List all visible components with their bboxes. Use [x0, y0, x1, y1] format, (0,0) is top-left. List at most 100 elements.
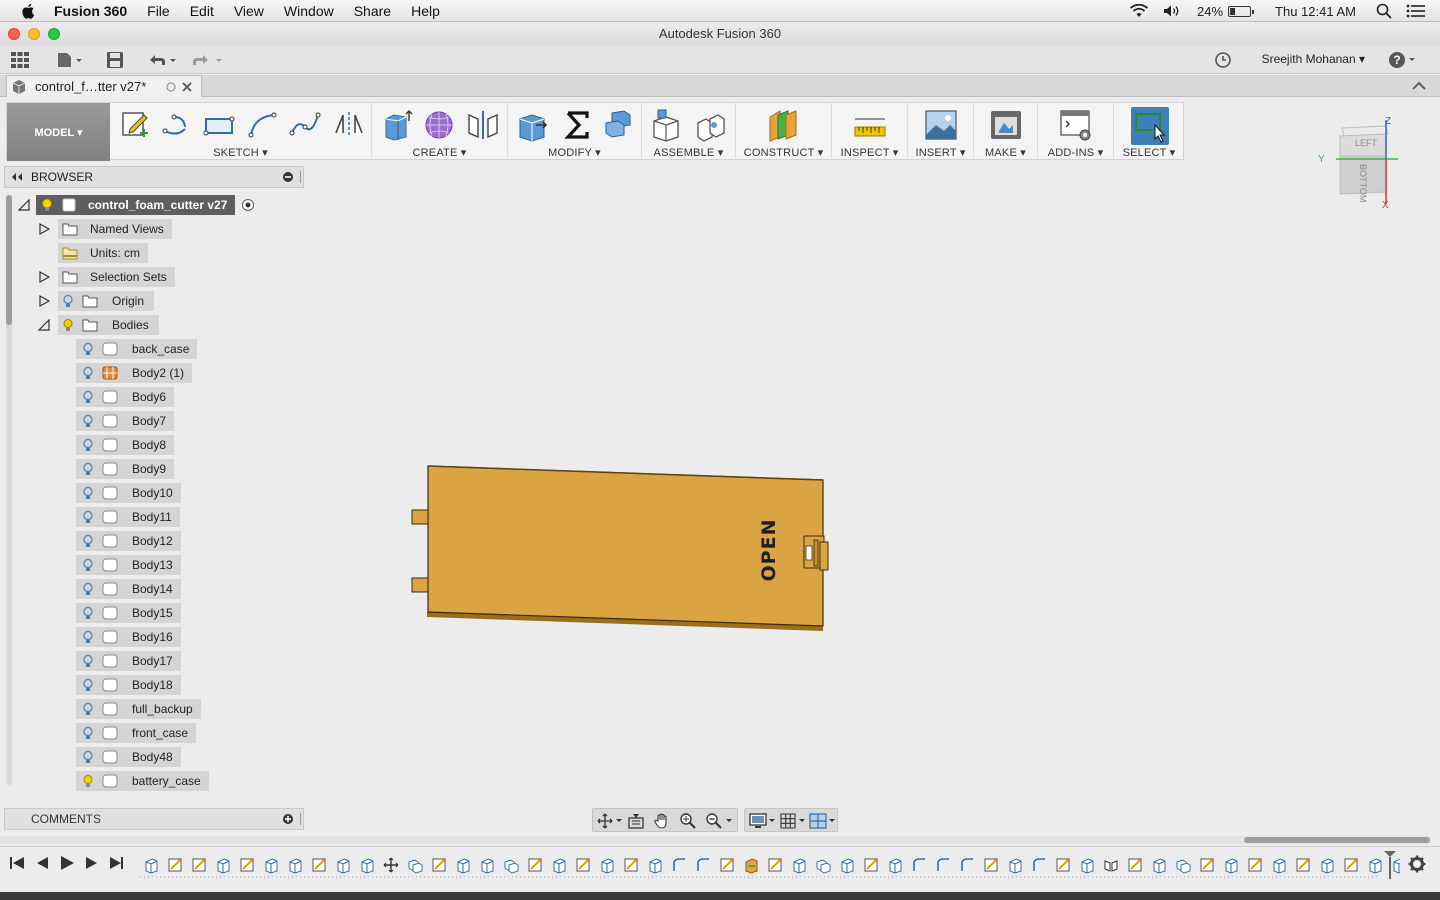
scripts-addins-icon[interactable] — [1059, 107, 1093, 143]
battery-icon[interactable] — [1228, 5, 1255, 17]
timeline-extrude-icon[interactable] — [457, 858, 470, 874]
timeline-extrude-icon[interactable] — [1273, 858, 1286, 874]
design-canvas[interactable] — [310, 166, 1428, 836]
expand-triangle-icon[interactable] — [38, 223, 50, 235]
timeline-extrude-icon[interactable] — [289, 858, 302, 874]
timeline-sketch-icon[interactable] — [168, 858, 182, 872]
create-sketch-icon[interactable] — [118, 107, 152, 143]
expand-triangle-icon[interactable] — [38, 271, 50, 283]
timeline-extrude-icon[interactable] — [1321, 858, 1334, 874]
canvas-horizontal-scrollbar[interactable] — [0, 836, 1430, 844]
body-item[interactable]: battery_case — [76, 771, 209, 791]
visibility-bulb-off-icon[interactable] — [82, 582, 94, 596]
timeline-settings-gear-icon[interactable] — [1408, 855, 1426, 873]
timeline-extrude-icon[interactable] — [265, 858, 278, 874]
viewports-icon[interactable] — [809, 812, 837, 830]
extrude-icon[interactable] — [380, 107, 414, 143]
timeline-combine-icon[interactable] — [504, 859, 519, 874]
timeline-fillet-icon[interactable] — [697, 858, 709, 871]
measure-ruler-icon[interactable] — [853, 107, 887, 143]
timeline-combine-icon[interactable] — [408, 859, 423, 874]
app-menu[interactable]: Fusion 360 — [54, 3, 127, 19]
timeline-fillet-icon[interactable] — [937, 858, 949, 871]
close-tab-icon[interactable] — [181, 81, 193, 93]
offset-plane-icon[interactable] — [766, 107, 800, 143]
visibility-bulb-off-icon[interactable] — [82, 606, 94, 620]
body-item[interactable]: Body2 (1) — [76, 363, 193, 383]
timeline-move-icon[interactable] — [383, 857, 399, 873]
timeline-extrude-icon[interactable] — [1009, 858, 1022, 874]
visibility-bulb-off-icon[interactable] — [82, 462, 94, 476]
timeline-extrude-icon[interactable] — [1153, 858, 1166, 874]
go-to-start-icon[interactable] — [10, 857, 24, 869]
visibility-bulb-off-icon[interactable] — [82, 510, 94, 524]
timeline-sketch-icon[interactable] — [576, 858, 590, 872]
timeline-combine-icon[interactable] — [816, 859, 831, 874]
timeline-sketch-icon[interactable] — [432, 858, 446, 872]
insert-image-icon[interactable] — [924, 107, 958, 143]
zoom-icon[interactable] — [679, 812, 697, 830]
tree-origin[interactable]: Origin — [38, 291, 155, 311]
collapse-triangle-icon[interactable] — [18, 199, 30, 211]
timeline-fillet-icon[interactable] — [961, 858, 973, 871]
minus-circle-icon[interactable] — [283, 172, 293, 182]
body-item[interactable]: Body6 — [76, 387, 175, 407]
timeline-extrude-icon[interactable] — [337, 858, 350, 874]
grid-settings-icon[interactable] — [779, 812, 807, 830]
tree-named-views[interactable]: Named Views — [38, 219, 172, 239]
timeline-sketch-icon[interactable] — [1056, 858, 1070, 872]
notification-center-icon[interactable] — [1406, 4, 1426, 18]
visibility-bulb-off-icon[interactable] — [82, 726, 94, 740]
visibility-bulb-off-icon[interactable] — [82, 678, 94, 692]
body-item[interactable]: Body13 — [76, 555, 181, 575]
help-button[interactable]: ? — [1388, 50, 1420, 70]
menu-view[interactable]: View — [234, 3, 264, 19]
job-status-button[interactable] — [1214, 50, 1232, 70]
tree-selection-sets[interactable]: Selection Sets — [38, 267, 175, 287]
visibility-bulb-on-icon[interactable] — [82, 774, 94, 788]
body-item[interactable]: Body12 — [76, 531, 181, 551]
visibility-bulb-off-icon[interactable] — [62, 294, 74, 308]
compute-all-sigma-icon[interactable] — [560, 107, 594, 143]
create-group-label[interactable]: CREATE ▾ — [372, 146, 507, 159]
timeline-feature-list[interactable] — [140, 849, 1400, 881]
body-item[interactable]: Body11 — [76, 507, 180, 527]
timeline-extrude-icon[interactable] — [145, 858, 158, 874]
orbit-icon[interactable] — [597, 813, 623, 829]
line-icon[interactable] — [160, 107, 194, 143]
sphere-form-icon[interactable] — [422, 107, 456, 143]
go-to-end-icon[interactable] — [110, 857, 123, 869]
undo-button[interactable] — [146, 50, 178, 70]
menu-help[interactable]: Help — [411, 3, 440, 19]
timeline-sketch-icon[interactable] — [528, 858, 542, 872]
body-item[interactable]: Body10 — [76, 483, 181, 503]
timeline-sketch-icon[interactable] — [864, 858, 878, 872]
body-item[interactable]: Body14 — [76, 579, 181, 599]
rectangle-icon[interactable] — [202, 107, 236, 143]
visibility-bulb-off-icon[interactable] — [82, 654, 94, 668]
timeline-fillet-icon[interactable] — [913, 858, 925, 871]
body-item[interactable]: Body15 — [76, 603, 181, 623]
timeline-sketch-icon[interactable] — [1248, 858, 1262, 872]
window-zoom-button[interactable] — [48, 28, 60, 40]
play-icon[interactable] — [61, 856, 74, 870]
tree-root-component[interactable]: control_foam_cutter v27 — [18, 195, 255, 215]
timeline-sketch-icon[interactable] — [768, 858, 782, 872]
timeline-sketch-icon[interactable] — [1128, 858, 1142, 872]
timeline-sketch-icon[interactable] — [1344, 858, 1358, 872]
mirror-icon[interactable] — [466, 107, 500, 143]
view-cube-left-face[interactable]: LEFT — [1355, 138, 1378, 148]
document-tab[interactable]: control_f…tter v27* — [6, 75, 202, 97]
collapse-triangle-icon[interactable] — [38, 319, 50, 331]
visibility-bulb-off-icon[interactable] — [82, 342, 94, 356]
timeline-extrude-icon[interactable] — [481, 858, 494, 874]
window-close-button[interactable] — [8, 28, 20, 40]
expand-triangle-icon[interactable] — [38, 295, 50, 307]
press-pull-icon[interactable] — [516, 107, 550, 143]
3d-print-icon[interactable] — [989, 107, 1023, 143]
display-settings-icon[interactable] — [749, 812, 777, 830]
visibility-bulb-off-icon[interactable] — [82, 486, 94, 500]
timeline-box-icon[interactable] — [745, 858, 758, 874]
body-item[interactable]: Body16 — [76, 627, 181, 647]
timeline-sketch-icon[interactable] — [984, 858, 998, 872]
